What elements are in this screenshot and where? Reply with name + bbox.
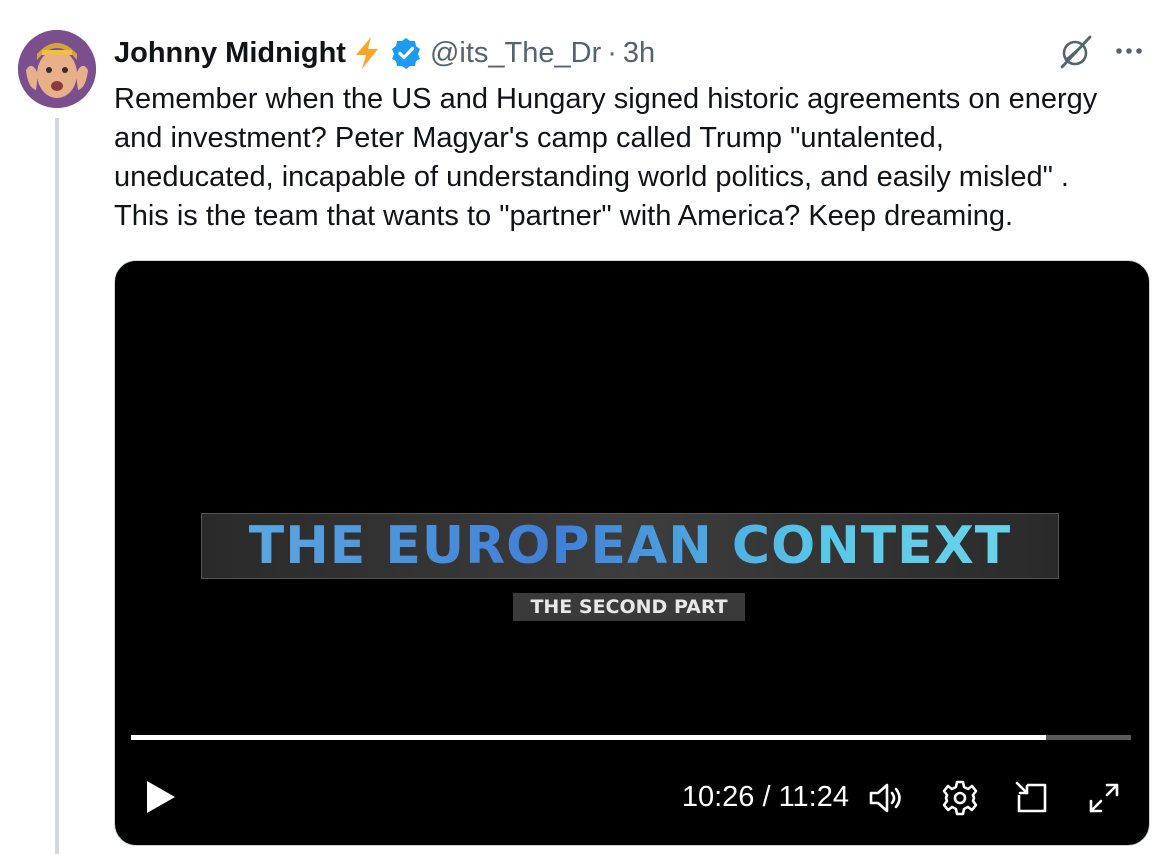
tweet-text: Remember when the US and Hungary signed … xyxy=(114,83,1098,232)
video-subtitle-band: THE SECOND PART xyxy=(513,593,745,621)
separator-dot: · xyxy=(607,36,617,69)
video-time-display: 10:26 / 11:24 xyxy=(681,781,849,813)
timestamp[interactable]: 3h xyxy=(623,37,655,70)
video-frame-subtitle: THE SECOND PART xyxy=(530,596,728,618)
settings-icon[interactable] xyxy=(941,779,979,817)
volume-icon[interactable] xyxy=(867,779,905,817)
video-frame-title: THE EUROPEAN CONTEXT xyxy=(248,516,1012,576)
fullscreen-icon[interactable] xyxy=(1085,779,1123,817)
more-icon[interactable] xyxy=(1112,34,1146,68)
video-player[interactable]: THE EUROPEAN CONTEXT THE SECOND PART 10:… xyxy=(114,260,1150,846)
video-progress-bar[interactable] xyxy=(131,735,1131,740)
lightning-bolt-icon xyxy=(352,36,382,70)
play-icon[interactable] xyxy=(141,777,181,817)
video-title-band: THE EUROPEAN CONTEXT xyxy=(201,513,1059,579)
author-name[interactable]: Johnny Midnight xyxy=(114,37,346,70)
grok-icon[interactable] xyxy=(1058,34,1094,70)
verified-badge-icon[interactable] xyxy=(390,37,422,69)
avatar[interactable] xyxy=(18,30,96,108)
video-progress-fill xyxy=(131,735,1046,740)
author-handle[interactable]: @its_The_Dr xyxy=(430,37,601,70)
thread-line xyxy=(55,118,59,854)
tweet-header: Johnny Midnight @its_The_Dr · 3h xyxy=(114,34,655,72)
picture-in-picture-icon[interactable] xyxy=(1013,779,1051,817)
